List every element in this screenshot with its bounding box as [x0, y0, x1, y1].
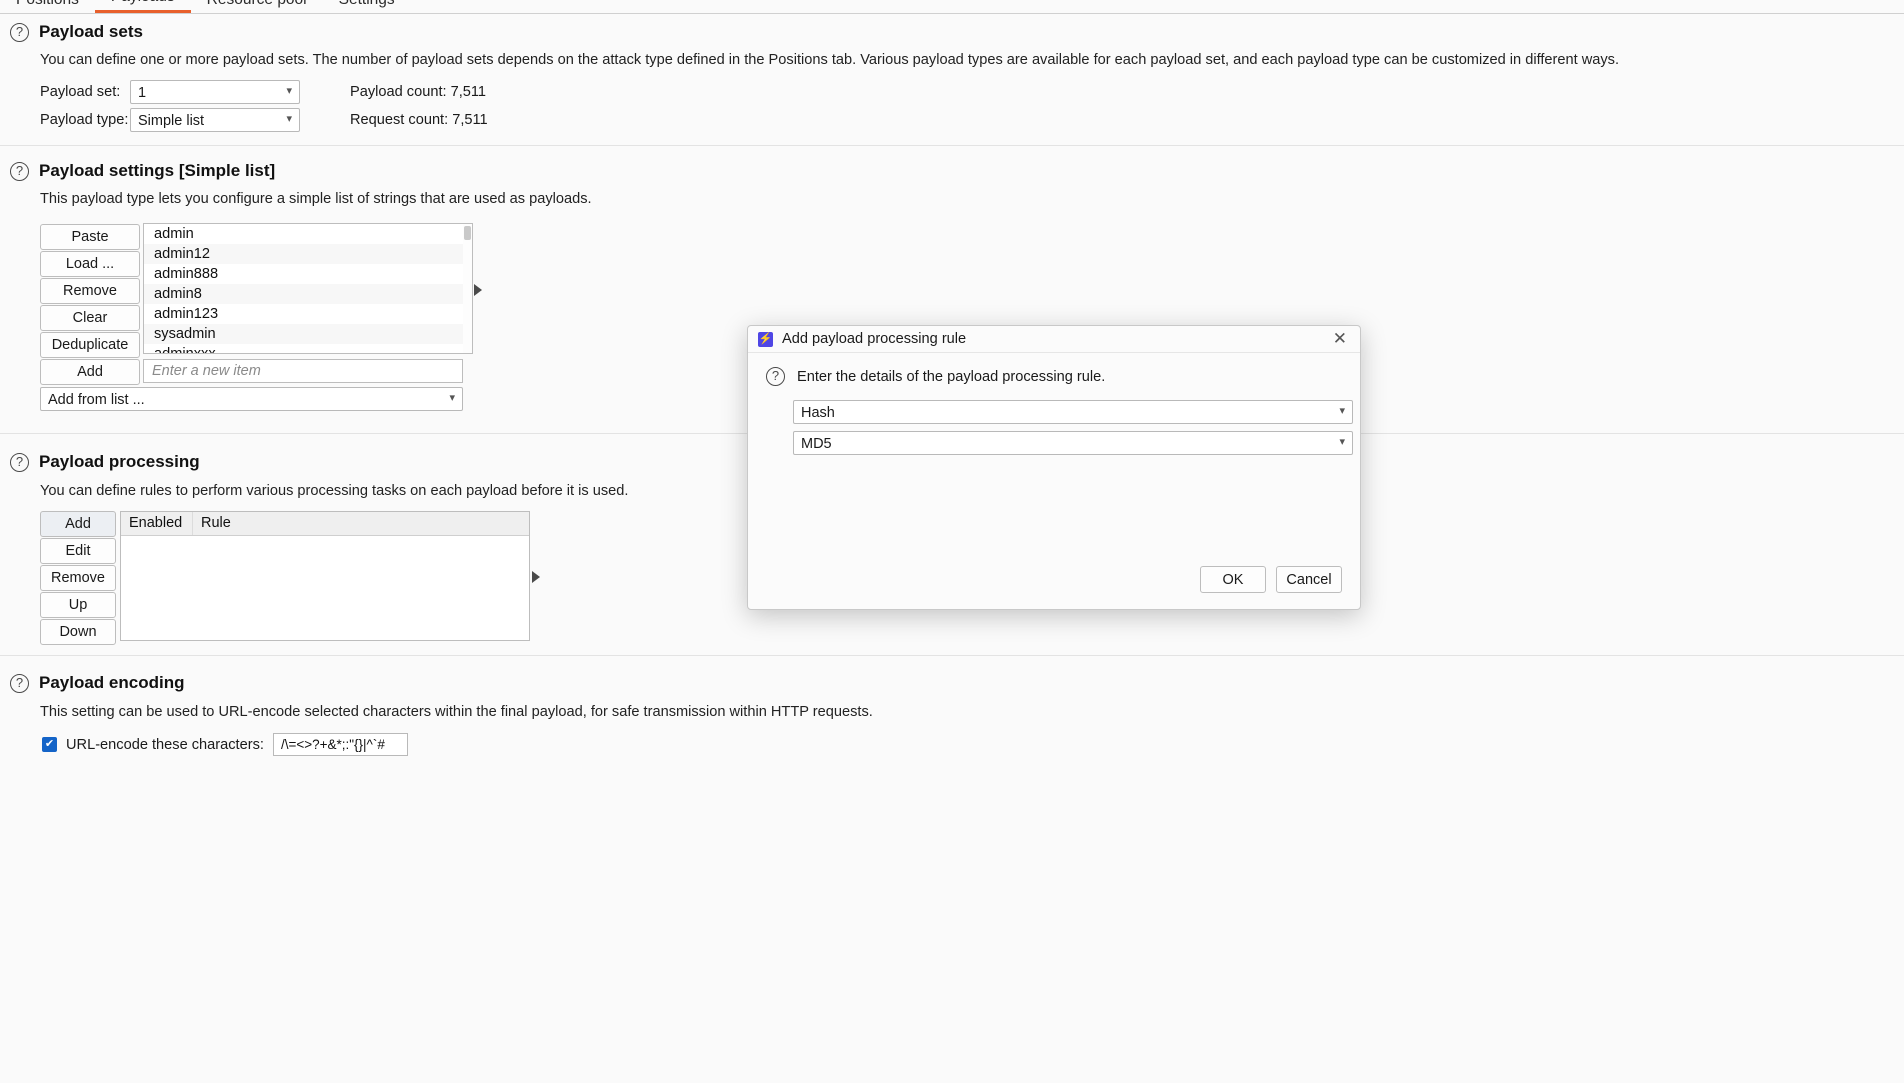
- list-item[interactable]: admin123: [144, 304, 472, 324]
- payload-processing-title: Payload processing: [39, 452, 200, 471]
- payload-sets-section: ? Payload sets You can define one or mor…: [0, 22, 1904, 132]
- payload-list[interactable]: admin admin12 admin888 admin8 admin123 s…: [143, 223, 473, 354]
- triangle-right-icon[interactable]: [532, 571, 540, 583]
- payload-type-row: Payload type: Simple list ▾ Request coun…: [40, 108, 488, 132]
- payload-sets-description: You can define one or more payload sets.…: [40, 52, 1620, 68]
- ok-button[interactable]: OK: [1200, 566, 1266, 593]
- url-encode-label: URL-encode these characters:: [66, 736, 264, 753]
- paste-button[interactable]: Paste: [40, 224, 140, 250]
- remove-rule-button[interactable]: Remove: [40, 565, 116, 591]
- payload-set-select-wrap: 1 ▾: [130, 80, 300, 104]
- list-item[interactable]: admin888: [144, 264, 472, 284]
- dialog-prompt-row: ? Enter the details of the payload proce…: [766, 367, 1342, 386]
- question-icon[interactable]: ?: [10, 452, 29, 472]
- list-item[interactable]: admin8: [144, 284, 472, 304]
- question-icon[interactable]: ?: [10, 673, 29, 693]
- url-encode-row: ✔ URL-encode these characters: /\=<>?+&*…: [42, 733, 408, 756]
- dialog-title-bar: ⚡ Add payload processing rule ✕: [748, 326, 1360, 353]
- dialog-footer: OK Cancel: [1200, 566, 1342, 593]
- url-encode-checkbox[interactable]: ✔: [42, 737, 57, 752]
- payload-sets-header: ? Payload sets: [10, 22, 1904, 42]
- tab-resource-pool[interactable]: Resource pool: [191, 0, 323, 13]
- add-rule-button[interactable]: Add: [40, 511, 116, 537]
- move-down-button[interactable]: Down: [40, 619, 116, 645]
- payload-set-label: Payload set:: [40, 84, 121, 100]
- burp-lightning-icon: ⚡: [758, 331, 773, 347]
- load-button[interactable]: Load ...: [40, 251, 140, 277]
- move-up-button[interactable]: Up: [40, 592, 116, 618]
- list-item[interactable]: admin: [144, 224, 472, 244]
- payload-settings-description: This payload type lets you configure a s…: [40, 191, 592, 207]
- remove-button[interactable]: Remove: [40, 278, 140, 304]
- tab-settings[interactable]: Settings: [323, 0, 411, 13]
- section-divider-3: [0, 655, 1904, 656]
- scrollbar-thumb[interactable]: [464, 226, 471, 240]
- column-header-rule[interactable]: Rule: [193, 512, 239, 535]
- hash-algorithm-select[interactable]: MD5: [793, 431, 1353, 455]
- payload-sets-title: Payload sets: [39, 22, 143, 41]
- rule-type-select[interactable]: Hash: [793, 400, 1353, 424]
- tab-positions[interactable]: Positions: [0, 0, 95, 13]
- add-payload-processing-rule-dialog: ⚡ Add payload processing rule ✕ ? Enter …: [747, 325, 1361, 610]
- payload-count-label: Payload count: 7,511: [350, 84, 487, 100]
- payload-set-select[interactable]: 1: [130, 80, 300, 104]
- dialog-prompt-text: Enter the details of the payload process…: [797, 368, 1106, 385]
- request-count-label: Request count: 7,511: [350, 112, 488, 128]
- payload-type-select-wrap: Simple list ▾: [130, 108, 300, 132]
- payload-processing-buttons: Add Edit Remove Up Down: [40, 511, 116, 645]
- rule-type-select-wrap: Hash ▾: [793, 400, 1353, 424]
- url-encode-characters-input[interactable]: /\=<>?+&*;:"{}|^`#: [272, 733, 408, 756]
- payload-list-buttons: Paste Load ... Remove Clear Deduplicate …: [40, 224, 140, 385]
- hash-algorithm-select-wrap: MD5 ▾: [793, 431, 1353, 455]
- payload-settings-title: Payload settings [Simple list]: [39, 161, 276, 180]
- question-icon[interactable]: ?: [766, 367, 785, 386]
- new-item-input[interactable]: Enter a new item: [143, 359, 463, 383]
- column-header-enabled[interactable]: Enabled: [121, 512, 193, 535]
- list-item[interactable]: adminxxx: [144, 344, 472, 353]
- edit-rule-button[interactable]: Edit: [40, 538, 116, 564]
- list-item[interactable]: admin12: [144, 244, 472, 264]
- payload-settings-header: ? Payload settings [Simple list]: [10, 161, 1904, 181]
- clear-button[interactable]: Clear: [40, 305, 140, 331]
- deduplicate-button[interactable]: Deduplicate: [40, 332, 140, 358]
- tab-payloads[interactable]: Payloads: [94, 0, 191, 13]
- table-header-row: Enabled Rule: [121, 512, 529, 536]
- payload-type-select[interactable]: Simple list: [130, 108, 300, 132]
- section-divider-1: [0, 145, 1904, 146]
- payload-settings-section: ? Payload settings [Simple list] This pa…: [0, 161, 1904, 411]
- payload-encoding-title: Payload encoding: [39, 673, 185, 692]
- payload-list-scrollbar[interactable]: [463, 224, 472, 353]
- question-icon[interactable]: ?: [10, 22, 29, 42]
- dialog-body: ? Enter the details of the payload proce…: [748, 353, 1360, 455]
- payload-set-row: Payload set: 1 ▾ Payload count: 7,511: [40, 80, 486, 104]
- triangle-right-icon[interactable]: [474, 284, 482, 296]
- payload-processing-table[interactable]: Enabled Rule: [120, 511, 530, 641]
- add-from-list-select[interactable]: Add from list ...: [40, 387, 463, 411]
- close-icon[interactable]: ✕: [1330, 330, 1350, 347]
- cancel-button[interactable]: Cancel: [1276, 566, 1342, 593]
- add-button[interactable]: Add: [40, 359, 140, 385]
- add-from-list-wrap: Add from list ... ▾: [40, 387, 463, 411]
- list-item[interactable]: sysadmin: [144, 324, 472, 344]
- payload-type-label: Payload type:: [40, 112, 129, 128]
- payload-encoding-description: This setting can be used to URL-encode s…: [40, 704, 873, 720]
- dialog-title: Add payload processing rule: [782, 331, 967, 347]
- question-icon[interactable]: ?: [10, 161, 29, 181]
- payload-encoding-section: ? Payload encoding This setting can be u…: [0, 673, 1904, 756]
- payload-encoding-header: ? Payload encoding: [10, 673, 1904, 693]
- intruder-tab-strip: Positions Payloads Resource pool Setting…: [0, 0, 1904, 14]
